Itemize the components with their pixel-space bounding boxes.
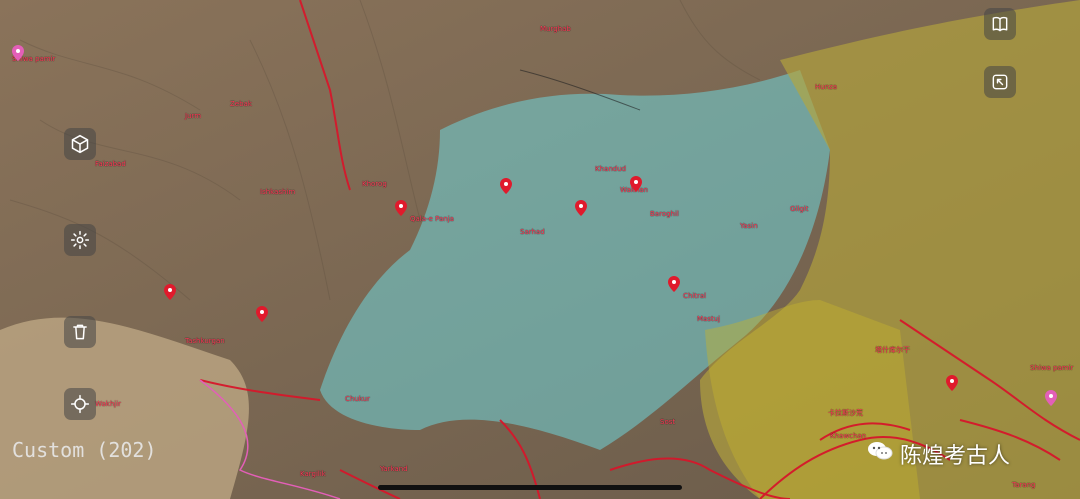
locate-icon	[70, 394, 90, 414]
label-yasin: Yasin	[740, 222, 758, 230]
label-qala: Qala-e Panja	[410, 215, 454, 223]
label-kargilik: Kargilik	[300, 470, 326, 478]
map-pin[interactable]	[164, 284, 176, 300]
label-tashkurgan-en: Tashkurgan	[185, 337, 225, 345]
label-yarkand: Yarkand	[380, 465, 408, 473]
trash-icon	[73, 324, 87, 340]
locate-button[interactable]	[64, 388, 96, 420]
label-chitral: Chitral	[683, 292, 707, 300]
label-ishkashim: Ishkashim	[260, 188, 296, 196]
label-mastuj: Mastuj	[697, 315, 721, 323]
label-gilgit: Gilgit	[790, 205, 809, 213]
label-khandud: Khandud	[595, 165, 627, 173]
watermark: 陈煌考古人	[866, 438, 1010, 470]
label-hunza: Hunza	[815, 83, 838, 91]
map-settings-button[interactable]	[64, 224, 96, 256]
label-shiwa-pamir: Shiwa pamir	[1030, 364, 1074, 372]
shrink-view-button[interactable]	[984, 66, 1016, 98]
label-jurm: Jurm	[185, 112, 202, 120]
terrain-layer	[0, 0, 1080, 499]
map-pin[interactable]	[946, 375, 958, 391]
gear-icon	[70, 230, 90, 250]
watermark-text: 陈煌考古人	[900, 444, 1011, 469]
map-pin[interactable]	[1045, 390, 1057, 406]
home-indicator[interactable]	[378, 485, 682, 490]
cube-icon	[71, 134, 89, 154]
label-kalas: 卡拉斯沙荒	[828, 409, 863, 417]
label-tarang: Tarang	[1012, 481, 1036, 489]
label-faizabad: Faizabad	[95, 160, 126, 168]
delete-button[interactable]	[64, 316, 96, 348]
label-khorog: Khorog	[362, 180, 387, 188]
bookmarks-button[interactable]	[984, 8, 1016, 40]
wechat-icon	[866, 439, 894, 469]
label-sarhad: Sarhad	[520, 228, 545, 236]
label-baroghil: Baroghil	[650, 210, 679, 218]
label-sost: Sost	[660, 418, 676, 426]
label-wakhjir: Wakhjir	[95, 400, 122, 408]
layer-label: Custom (202)	[12, 438, 157, 462]
map-pin[interactable]	[256, 306, 268, 322]
label-zebak: Zebak	[230, 100, 252, 108]
view-3d-button[interactable]	[64, 128, 96, 160]
book-icon	[992, 16, 1008, 32]
label-khawchan: Khawchan	[830, 432, 867, 440]
satellite-map[interactable]: Shiwa pamir Faizabad Jurm Zebak Ishkashi…	[0, 0, 1080, 499]
label-chukur: Chukur	[345, 395, 370, 403]
map-pin[interactable]	[630, 176, 642, 192]
map-pin[interactable]	[575, 200, 587, 216]
label-tashkurgan-cn: 塔什库尔干	[875, 346, 910, 354]
map-pin[interactable]	[12, 45, 24, 61]
label-murghab: Murghab	[540, 25, 571, 33]
map-pin[interactable]	[668, 276, 680, 292]
shrink-icon	[992, 74, 1008, 90]
map-pin[interactable]	[395, 200, 407, 216]
map-pin[interactable]	[500, 178, 512, 194]
